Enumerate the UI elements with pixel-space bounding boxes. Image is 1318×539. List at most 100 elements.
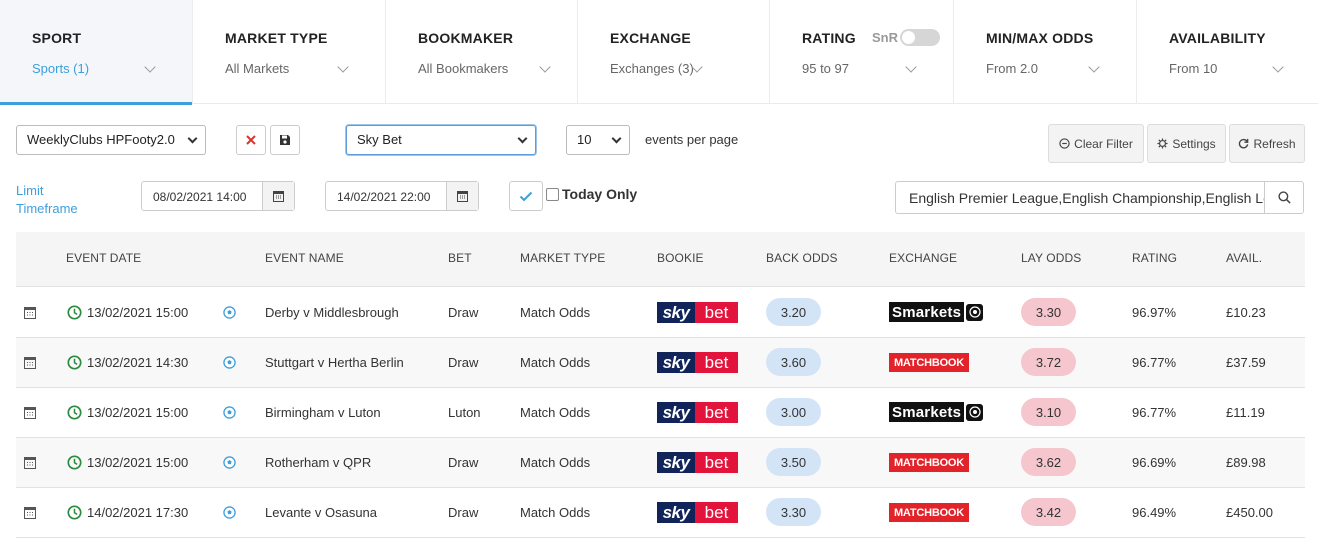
bet: Draw (448, 355, 479, 370)
save-preset-button[interactable] (270, 125, 300, 155)
smarkets-badge-icon (966, 303, 984, 321)
football-icon (223, 356, 236, 374)
bookmaker-select[interactable]: Sky Bet (346, 125, 536, 155)
check-icon (519, 191, 533, 201)
col-event-name[interactable]: EVENT NAME (265, 251, 344, 265)
search-icon (1277, 191, 1291, 204)
smarkets-wordmark: Smarkets (889, 402, 965, 422)
apply-timeframe-button[interactable] (509, 181, 543, 211)
table-row[interactable]: 13/02/2021 15:00 Rotherham v QPR Draw Ma… (16, 438, 1305, 488)
filter-value: Exchanges (3) (610, 61, 694, 76)
refresh-label: Refresh (1253, 136, 1296, 151)
settings-button[interactable]: Settings (1147, 124, 1226, 163)
event-date: 13/02/2021 15:00 (87, 305, 189, 320)
filter-title: EXCHANGE (610, 30, 691, 46)
filter-value: All Markets (225, 61, 290, 76)
col-back-odds[interactable]: BACK ODDS (766, 251, 838, 265)
lay-odds[interactable]: 3.10 (1021, 398, 1076, 426)
filter-exchange[interactable]: EXCHANGE Exchanges (3) (578, 0, 770, 104)
col-exchange[interactable]: EXCHANGE (889, 251, 957, 265)
date-to-field[interactable]: 14/02/2021 22:00 (325, 181, 479, 211)
col-event-date[interactable]: EVENT DATE (66, 251, 141, 265)
chevron-down-icon (144, 61, 156, 73)
col-avail[interactable]: AVAIL. (1226, 251, 1262, 265)
calendar-icon[interactable] (24, 356, 36, 374)
event-name: Stuttgart v Hertha Berlin (265, 355, 404, 370)
clear-filter-label: Clear Filter (1074, 136, 1133, 151)
date-from-value: 08/02/2021 14:00 (153, 190, 247, 204)
league-search-input[interactable]: English Premier League,English Champions… (895, 181, 1265, 214)
table-row[interactable]: 13/02/2021 15:00 Derby v Middlesbrough D… (16, 288, 1305, 338)
lay-odds[interactable]: 3.30 (1021, 298, 1076, 326)
availability: £37.59 (1226, 355, 1266, 370)
per-page-select[interactable]: 10 (566, 125, 630, 155)
bet: Draw (448, 505, 479, 520)
lay-odds[interactable]: 3.42 (1021, 498, 1076, 526)
refresh-button[interactable]: Refresh (1229, 124, 1305, 163)
col-bet[interactable]: BET (448, 251, 472, 265)
back-odds[interactable]: 3.30 (766, 498, 821, 526)
chevron-down-icon (1088, 61, 1100, 73)
back-odds[interactable]: 3.00 (766, 398, 821, 426)
date-to-value: 14/02/2021 22:00 (337, 190, 431, 204)
filter-bookmaker[interactable]: BOOKMAKER All Bookmakers (386, 0, 578, 104)
bookie-logo-skybet: sky bet (657, 502, 738, 523)
limit-timeframe-link[interactable]: Limit Timeframe (16, 182, 96, 218)
calendar-icon[interactable] (262, 182, 294, 210)
league-search-button[interactable] (1264, 181, 1304, 214)
col-rating[interactable]: RATING (1132, 251, 1177, 265)
col-lay-odds[interactable]: LAY ODDS (1021, 251, 1081, 265)
lay-odds[interactable]: 3.62 (1021, 448, 1076, 476)
calendar-icon[interactable] (24, 406, 36, 424)
filter-bar: SPORT Sports (1) MARKET TYPE All Markets… (0, 0, 1318, 105)
today-only-checkbox[interactable] (546, 187, 559, 201)
bookie-logo-skybet: sky bet (657, 352, 738, 373)
filter-market-type[interactable]: MARKET TYPE All Markets (193, 0, 386, 104)
back-odds[interactable]: 3.20 (766, 298, 821, 326)
col-bookie[interactable]: BOOKIE (657, 251, 704, 265)
filter-value: All Bookmakers (418, 61, 509, 76)
table-row[interactable]: 13/02/2021 14:30 Stuttgart v Hertha Berl… (16, 338, 1305, 388)
calendar-icon[interactable] (446, 182, 478, 210)
filter-rating[interactable]: RATING SnR 95 to 97 (770, 0, 954, 104)
availability: £89.98 (1226, 455, 1266, 470)
back-odds[interactable]: 3.60 (766, 348, 821, 376)
chevron-down-icon (337, 61, 349, 73)
back-odds[interactable]: 3.50 (766, 448, 821, 476)
today-only-label: Today Only (562, 186, 638, 202)
lay-odds[interactable]: 3.72 (1021, 348, 1076, 376)
rating: 96.77% (1132, 405, 1177, 420)
chevron-down-icon (539, 61, 551, 73)
calendar-icon[interactable] (24, 506, 36, 524)
event-name: Rotherham v QPR (265, 455, 372, 470)
rating: 96.77% (1132, 355, 1177, 370)
table-row[interactable]: 14/02/2021 17:30 Levante v Osasuna Draw … (16, 488, 1305, 538)
col-market-type[interactable]: MARKET TYPE (520, 251, 605, 265)
event-name: Derby v Middlesbrough (265, 305, 399, 320)
football-icon (223, 406, 236, 424)
snr-label: SnR (872, 30, 898, 45)
calendar-icon[interactable] (24, 306, 36, 324)
clear-filter-button[interactable]: Clear Filter (1048, 124, 1144, 163)
chevron-down-icon (517, 133, 528, 144)
save-icon (280, 135, 290, 145)
snr-toggle[interactable] (900, 29, 940, 46)
clock-icon (67, 405, 82, 425)
filter-value: From 10 (1169, 61, 1218, 76)
preset-select[interactable]: WeeklyClubs HPFooty2.0 (16, 125, 206, 155)
skybet-bet: bet (695, 402, 738, 423)
today-only-option[interactable]: Today Only (546, 186, 637, 202)
bet: Luton (448, 405, 481, 420)
filter-availability[interactable]: AVAILABILITY From 10 (1137, 0, 1318, 104)
filter-sport[interactable]: SPORT Sports (1) (0, 0, 193, 105)
table-row[interactable]: 13/02/2021 15:00 Birmingham v Luton Luto… (16, 388, 1305, 438)
limit-label: Limit (16, 183, 44, 198)
date-from-field[interactable]: 08/02/2021 14:00 (141, 181, 295, 211)
settings-label: Settings (1172, 136, 1216, 151)
delete-preset-button[interactable] (236, 125, 266, 155)
rating: 96.69% (1132, 455, 1177, 470)
market-type: Match Odds (520, 305, 591, 320)
calendar-icon[interactable] (24, 456, 36, 474)
filter-min-max-odds[interactable]: MIN/MAX ODDS From 2.0 (954, 0, 1137, 104)
chevron-down-icon (1272, 61, 1284, 73)
